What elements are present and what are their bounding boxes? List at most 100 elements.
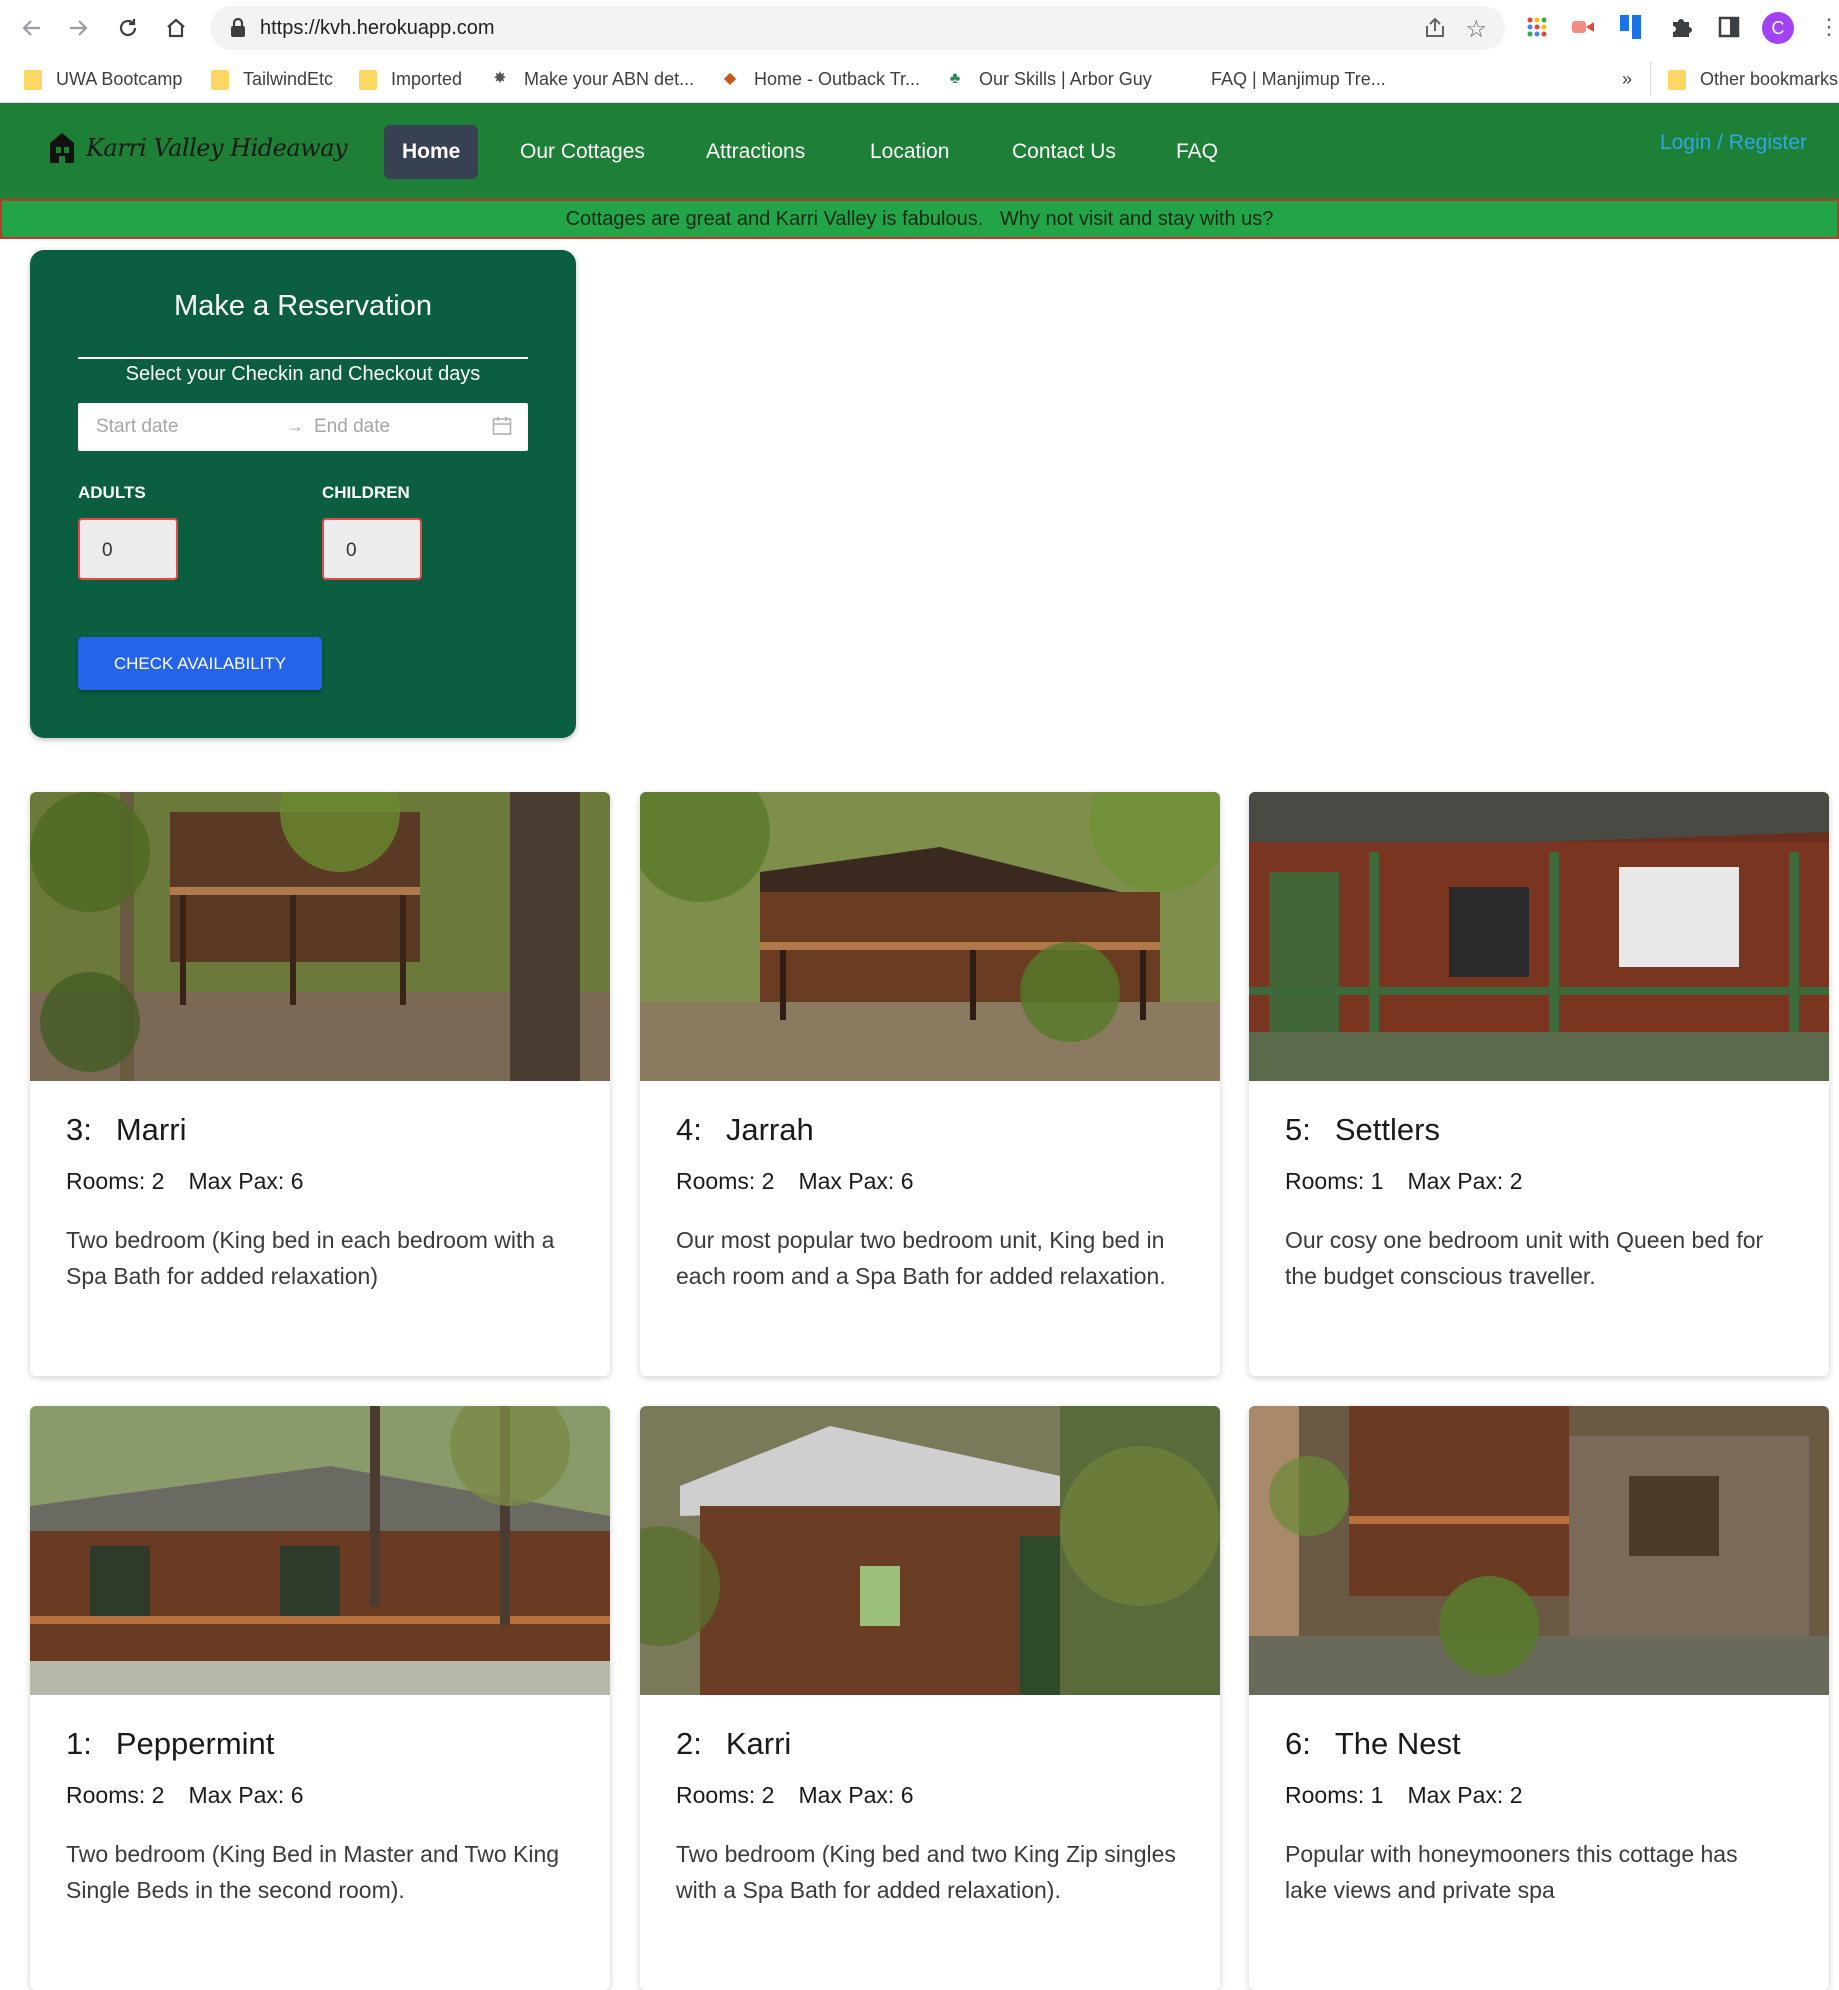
cottage-photo	[30, 792, 610, 1081]
australia-icon: ◆	[723, 70, 737, 87]
reload-icon[interactable]	[112, 12, 144, 44]
bookmark-label: Home - Outback Tr...	[754, 68, 921, 89]
cottage-title: 1: Peppermint	[66, 1726, 275, 1761]
bookmark-label: Make your ABN det...	[524, 68, 695, 89]
folder-icon	[24, 70, 42, 90]
cottage-photo	[1249, 792, 1829, 1081]
side-panel-icon[interactable]	[1716, 14, 1742, 40]
adults-label: ADULTS	[78, 483, 146, 502]
cottage-card-jarrah[interactable]: 4: Jarrah Rooms: 2 Max Pax: 6 Our most pop…	[640, 792, 1220, 1376]
promo-banner: Cottages are great and Karri Valley is f…	[0, 199, 1839, 239]
children-label: CHILDREN	[322, 483, 410, 502]
screen-record-extension-icon[interactable]	[1570, 14, 1596, 40]
cottage-photo	[640, 792, 1220, 1081]
cottage-photo	[30, 1406, 610, 1695]
overflow-chevron: »	[1622, 68, 1633, 89]
arrow-right-icon: →	[286, 416, 304, 436]
folder-icon	[211, 70, 229, 90]
profile-avatar[interactable]: C	[1762, 12, 1794, 44]
reservation-title: Make a Reservation	[174, 290, 432, 322]
nav-attractions[interactable]: Attractions	[688, 125, 823, 179]
cottage-card-marri[interactable]: 3: Marri Rooms: 2 Max Pax: 6 Two bedroom (…	[30, 792, 610, 1376]
cottage-card-the-nest[interactable]: 6: The Nest Rooms: 1 Max Pax: 2 Popular wi…	[1249, 1406, 1829, 1990]
bookmarks-bar: UWA Bootcamp TailwindEtc Imported ✸ Make …	[0, 56, 1839, 103]
url-text: https://kvh.herokuapp.com	[260, 17, 495, 39]
cottage-description: Two bedroom (King bed and two King Zip s…	[676, 1841, 1176, 1903]
cottage-meta: Rooms: 2 Max Pax: 6	[676, 1782, 914, 1808]
google-apps-icon[interactable]	[1524, 14, 1550, 40]
bookmark-label: FAQ | Manjimup Tre...	[1211, 68, 1386, 89]
cottage-meta: Rooms: 1 Max Pax: 2	[1285, 1782, 1523, 1808]
cottage-photo	[1249, 1406, 1829, 1695]
cottage-description: Two bedroom (King bed in each bedroom wi…	[66, 1227, 555, 1289]
bookmark-label: Imported	[391, 68, 463, 89]
reservation-panel: Make a Reservation Select your Checkin a…	[30, 250, 576, 738]
cottage-meta: Rooms: 2 Max Pax: 6	[676, 1168, 914, 1194]
back-arrow-icon[interactable]	[16, 12, 48, 44]
address-bar[interactable]: https://kvh.herokuapp.com ☆	[210, 6, 1505, 50]
cottage-title: 2: Karri	[676, 1726, 792, 1761]
cottage-description: Two bedroom (King Bed in Master and Two …	[66, 1841, 560, 1903]
cottage-title: 3: Marri	[66, 1112, 187, 1147]
cottage-card-peppermint[interactable]: 1: Peppermint Rooms: 2 Max Pax: 6 Two bedr…	[30, 1406, 610, 1990]
cottage-description: Our cosy one bedroom unit with Queen bed…	[1285, 1227, 1764, 1289]
login-register-link[interactable]: Login / Register	[1660, 131, 1807, 155]
bookmark-label: UWA Bootcamp	[56, 68, 183, 89]
children-input[interactable]: 0	[322, 518, 422, 580]
trello-extension-icon[interactable]	[1618, 14, 1644, 40]
logo-text: Karri Valley Hideaway	[86, 134, 348, 162]
cottage-meta: Rooms: 1 Max Pax: 2	[1285, 1168, 1523, 1194]
nav-our-cottages[interactable]: Our Cottages	[502, 125, 663, 179]
folder-icon	[1668, 70, 1686, 90]
bookmarks-divider	[1650, 62, 1651, 96]
cottage-description: Popular with honeymooners this cottage h…	[1285, 1841, 1738, 1903]
cottage-title: 5: Settlers	[1285, 1112, 1440, 1147]
check-availability-button[interactable]: CHECK AVAILABILITY	[78, 637, 322, 690]
bookmark-abn[interactable]: ✸ Make your ABN det...	[490, 65, 694, 93]
date-range-picker[interactable]: Start date → End date	[78, 403, 528, 451]
site-navbar: Karri Valley Hideaway Home Our Cottages …	[0, 103, 1839, 199]
cottage-logo-icon	[50, 133, 74, 163]
bookmark-outback[interactable]: ◆ Home - Outback Tr...	[720, 65, 920, 93]
bookmark-imported[interactable]: Imported	[359, 65, 462, 93]
forward-arrow-icon[interactable]	[62, 12, 94, 44]
nav-contact-us[interactable]: Contact Us	[994, 125, 1134, 179]
nav-faq[interactable]: FAQ	[1158, 125, 1236, 179]
cottage-title: 4: Jarrah	[676, 1112, 814, 1147]
cottage-meta: Rooms: 2 Max Pax: 6	[66, 1168, 304, 1194]
bookmark-other[interactable]: Other bookmarks	[1668, 65, 1838, 93]
site-logo[interactable]: Karri Valley Hideaway	[48, 131, 348, 165]
cottage-card-karri[interactable]: 2: Karri Rooms: 2 Max Pax: 6 Two bedroom (…	[640, 1406, 1220, 1990]
browser-toolbar: https://kvh.herokuapp.com ☆ C ⋮	[0, 0, 1839, 56]
nav-home[interactable]: Home	[384, 125, 479, 179]
bookmark-uwa-bootcamp[interactable]: UWA Bootcamp	[24, 65, 182, 93]
calendar-icon[interactable]	[492, 416, 512, 441]
reservation-divider	[78, 357, 528, 359]
bookmark-label: Our Skills | Arbor Guy	[979, 68, 1152, 89]
nav-location[interactable]: Location	[852, 125, 967, 179]
bookmark-label: TailwindEtc	[243, 68, 334, 89]
browser-menu-icon[interactable]: ⋮	[1818, 14, 1839, 40]
home-icon[interactable]	[160, 12, 192, 44]
bookmark-label: Other bookmarks	[1700, 68, 1839, 89]
bookmark-arbor-guy[interactable]: ♣ Our Skills | Arbor Guy	[945, 65, 1152, 93]
bookmark-tailwindetc[interactable]: TailwindEtc	[211, 65, 333, 93]
cottage-meta: Rooms: 2 Max Pax: 6	[66, 1782, 304, 1808]
start-date-input[interactable]: Start date	[96, 416, 178, 438]
crest-icon: ✸	[493, 70, 507, 87]
cottage-photo	[640, 1406, 1220, 1695]
bookmark-star-icon[interactable]: ☆	[1465, 15, 1487, 44]
adults-input[interactable]: 0	[78, 518, 178, 580]
bookmarks-overflow-button[interactable]: »	[1622, 65, 1632, 93]
cottage-description: Our most popular two bedroom unit, King …	[676, 1227, 1166, 1289]
extensions-puzzle-icon[interactable]	[1668, 14, 1694, 40]
bookmark-manjimup[interactable]: FAQ | Manjimup Tre...	[1211, 65, 1386, 93]
cottage-card-settlers[interactable]: 5: Settlers Rooms: 1 Max Pax: 2 Our cosy o…	[1249, 792, 1829, 1376]
end-date-input[interactable]: End date	[314, 416, 390, 438]
reservation-subtitle: Select your Checkin and Checkout days	[125, 363, 481, 385]
share-icon[interactable]	[1423, 16, 1447, 45]
cottage-title: 6: The Nest	[1285, 1726, 1461, 1761]
palm-icon: ♣	[949, 70, 961, 87]
folder-icon	[359, 70, 377, 90]
lock-icon[interactable]	[230, 17, 246, 43]
